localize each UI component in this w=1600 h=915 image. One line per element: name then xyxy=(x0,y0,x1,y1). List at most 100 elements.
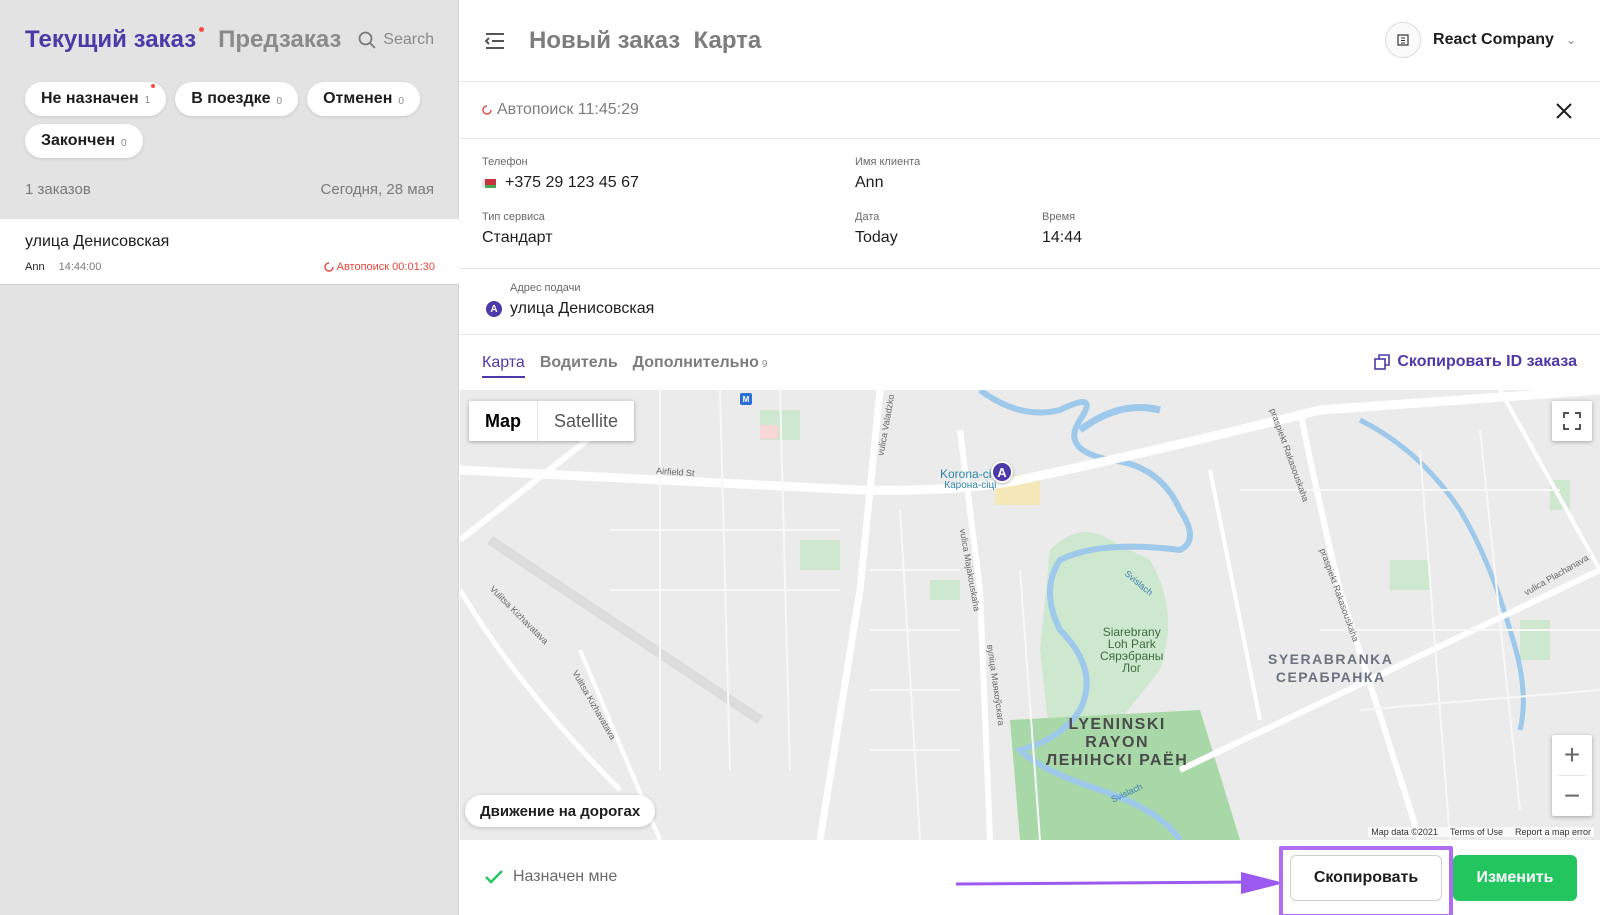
time-value: 14:44 xyxy=(1042,229,1083,246)
park-label: Siarebrany Loh Park Сярэбраны Лог xyxy=(1100,625,1164,675)
metro-icon: M xyxy=(740,393,752,405)
filter-count: 0 xyxy=(276,95,283,107)
map-view[interactable]: M Airfield St vulica Valadzko vulica Maj… xyxy=(460,390,1600,840)
search-button[interactable]: Search xyxy=(357,30,434,50)
order-card[interactable]: улица Денисовская Ann 14:44:00 Автопоиск… xyxy=(0,219,459,285)
terms-link[interactable]: Terms of Use xyxy=(1450,827,1503,837)
autosearch-status: Автопоиск 11:45:29 xyxy=(482,101,639,119)
fullscreen-button[interactable] xyxy=(1552,401,1592,441)
map-attribution: Map data ©2021 Terms of Use Report a map… xyxy=(1368,827,1594,837)
tab-additional[interactable]: Дополнительно 9 xyxy=(633,354,768,378)
field-label: Дата xyxy=(855,211,880,223)
zoom-control: + − xyxy=(1552,735,1592,816)
company-name: React Company xyxy=(1433,31,1554,48)
sidebar-header: Текущий заказ Предзаказ Search xyxy=(25,25,434,55)
pickup-address: Адрес подачи Aулица Денисовская xyxy=(460,269,1600,335)
spinner-icon xyxy=(323,262,334,272)
filter-unassigned[interactable]: Не назначен 1 xyxy=(25,82,167,116)
search-label: Search xyxy=(383,31,434,48)
zoom-out-button[interactable]: − xyxy=(1552,776,1592,816)
notification-dot xyxy=(199,27,205,32)
edit-button[interactable]: Изменить xyxy=(1453,855,1577,901)
map-data-credit: Map data ©2021 xyxy=(1371,827,1438,837)
service-value: Стандарт xyxy=(482,229,553,246)
copy-icon xyxy=(1374,354,1391,370)
traffic-toggle[interactable]: Движение на дорогах xyxy=(465,795,656,827)
zoom-in-button[interactable]: + xyxy=(1552,735,1592,775)
annotation-arrow xyxy=(956,872,1284,894)
phone-field: Телефон +375 29 123 45 67 xyxy=(482,156,639,192)
search-icon xyxy=(358,31,376,49)
flag-icon xyxy=(482,178,496,188)
building-icon xyxy=(1397,34,1409,46)
company-avatar xyxy=(1385,22,1422,58)
map-type-map[interactable]: Map xyxy=(469,401,537,441)
order-info: Телефон +375 29 123 45 67 Имя клиента An… xyxy=(460,139,1600,269)
filter-count: 0 xyxy=(398,95,404,107)
filter-label: В поездке xyxy=(191,90,271,107)
fullscreen-icon xyxy=(1563,412,1581,430)
orders-sidebar: Текущий заказ Предзаказ Search Не назнач… xyxy=(0,0,459,915)
pickup-marker-icon: A xyxy=(486,301,502,317)
orders-meta: 1 заказов Сегодня, 28 мая xyxy=(25,181,434,198)
chevron-down-icon: ⌄ xyxy=(1565,33,1576,47)
top-bar: Новый заказ Карта React Company ⌄ xyxy=(460,0,1600,82)
detail-tabs: Карта Водитель Дополнительно 9 Скопироват… xyxy=(460,335,1600,390)
filter-count: 0 xyxy=(121,137,127,149)
order-address: улица Денисовская xyxy=(25,233,170,250)
tab-current-orders[interactable]: Текущий заказ xyxy=(25,26,205,54)
footer-actions: Назначен мне Скопировать Изменить xyxy=(460,840,1600,915)
tab-current-label: Текущий заказ xyxy=(25,26,197,53)
assigned-to-me-toggle[interactable]: Назначен мне xyxy=(484,868,617,886)
copy-button[interactable]: Скопировать xyxy=(1290,855,1442,901)
filter-count: 1 xyxy=(144,95,151,106)
page-title: Новый заказ Карта xyxy=(529,27,762,54)
field-label: Имя клиента xyxy=(855,156,921,168)
tab-driver[interactable]: Водитель xyxy=(540,354,618,378)
service-field: Тип сервиса Стандарт xyxy=(482,211,553,247)
order-detail: Новый заказ Карта React Company ⌄ Автопо… xyxy=(460,0,1600,915)
filter-label: Отменен xyxy=(323,90,393,107)
autosearch-bar: Автопоиск 11:45:29 xyxy=(460,82,1600,139)
order-client: Ann xyxy=(25,261,45,273)
map-marker-icon[interactable]: A xyxy=(991,461,1013,483)
filter-in-trip[interactable]: В поездке 0 xyxy=(175,82,299,116)
date-value: Today xyxy=(855,229,898,246)
order-time: 14:44:00 xyxy=(58,261,102,273)
company-switcher[interactable]: React Company ⌄ xyxy=(1385,22,1576,58)
map-type-satellite[interactable]: Satellite xyxy=(537,401,634,441)
phone-value: +375 29 123 45 67 xyxy=(505,174,639,191)
orders-count: 1 заказов xyxy=(25,181,91,198)
checkmark-icon xyxy=(485,870,503,884)
tab-preorders[interactable]: Предзаказ xyxy=(218,26,341,54)
spinner-icon xyxy=(482,105,492,115)
pickup-value: улица Денисовская xyxy=(510,300,655,317)
tab-count: 9 xyxy=(761,359,768,370)
filter-label: Закончен xyxy=(41,132,116,149)
assigned-label: Назначен мне xyxy=(513,868,618,885)
filter-finished[interactable]: Закончен 0 xyxy=(25,124,143,158)
district-label: LYENINSKI RAYON ЛЕНІНСКІ РАЁН xyxy=(1046,716,1189,769)
autosearch-label: Автопоиск 11:45:29 xyxy=(497,101,639,118)
district-label: SYERABRANKA СЕРАБРАНКА xyxy=(1268,651,1394,685)
client-field: Имя клиента Ann xyxy=(855,156,920,192)
field-label: Телефон xyxy=(482,156,528,168)
tab-map[interactable]: Карта xyxy=(482,354,525,378)
time-field: Время 14:44 xyxy=(1042,211,1082,247)
order-sub: Ann 14:44:00 xyxy=(25,261,101,273)
close-icon[interactable] xyxy=(1552,99,1576,123)
filter-cancelled[interactable]: Отменен 0 xyxy=(307,82,420,116)
filter-label: Не назначен xyxy=(41,90,139,107)
map-type-control: Map Satellite xyxy=(469,401,635,441)
copy-order-id-button[interactable]: Скопировать ID заказа xyxy=(1373,353,1577,371)
field-label: Время xyxy=(1042,211,1076,223)
collapse-menu-icon[interactable] xyxy=(483,29,507,53)
status-filters: Не назначен 1 В поездке 0 Отменен 0 Зако… xyxy=(25,82,425,158)
notification-dot xyxy=(151,84,156,88)
date-field: Дата Today xyxy=(855,211,898,247)
orders-date: Сегодня, 28 мая xyxy=(320,181,434,198)
copy-order-id-label: Скопировать ID заказа xyxy=(1397,353,1577,370)
tab-label: Дополнительно xyxy=(632,354,759,371)
report-link[interactable]: Report a map error xyxy=(1515,827,1591,837)
order-status: Автопоиск 00:01:30 xyxy=(323,261,435,273)
